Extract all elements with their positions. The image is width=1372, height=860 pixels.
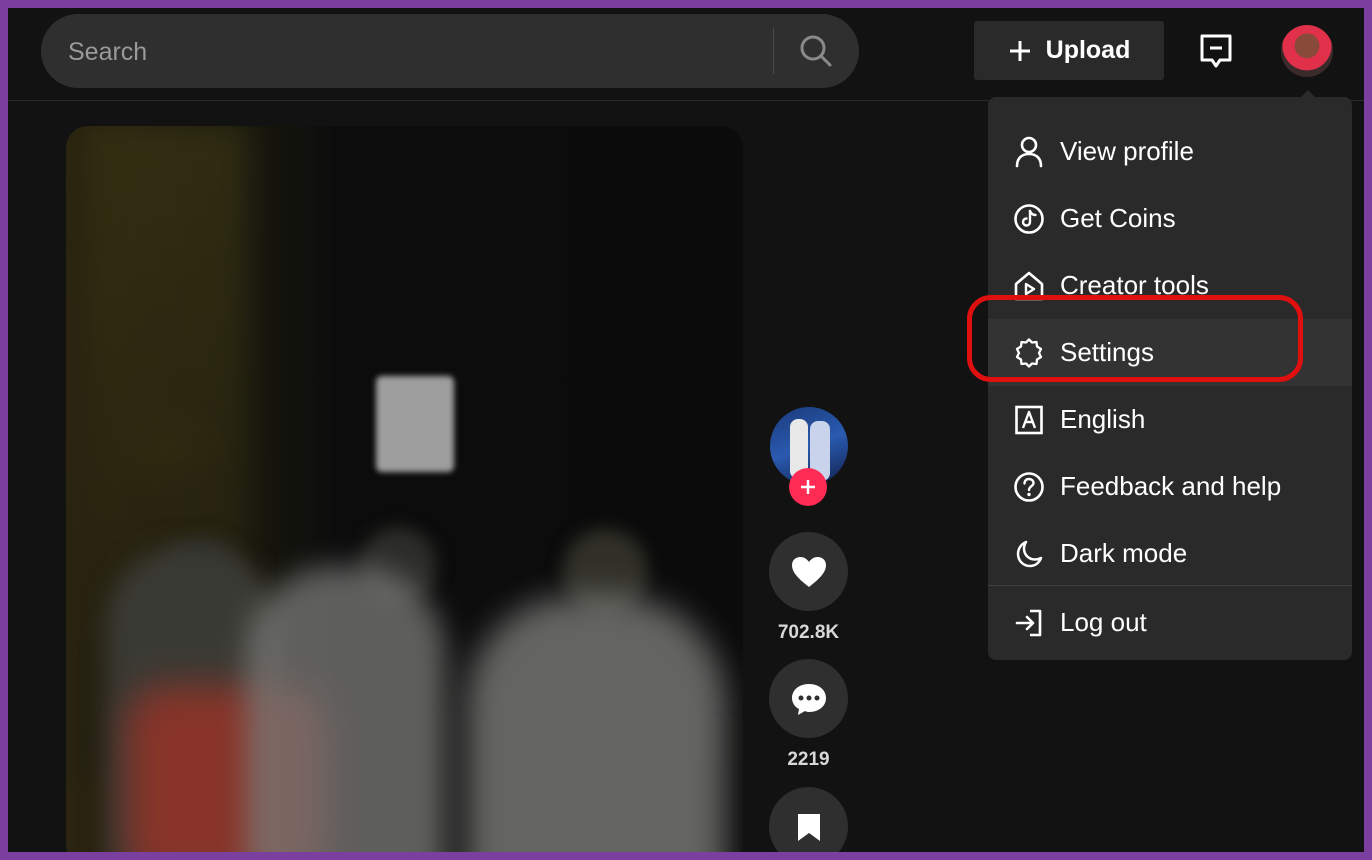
menu-item-label: Get Coins [1060, 203, 1176, 233]
menu-divider [988, 585, 1352, 586]
menu-item-language[interactable]: English [988, 386, 1352, 453]
search-button[interactable] [791, 26, 841, 76]
menu-item-label: Log out [1060, 607, 1147, 637]
bookmark-icon [797, 813, 820, 841]
menu-item-view-profile[interactable]: View profile [988, 118, 1352, 185]
tiktok-coin-icon [1012, 202, 1046, 236]
menu-item-label: English [1060, 404, 1146, 434]
upload-button[interactable]: Upload [974, 21, 1164, 80]
plus-icon [801, 480, 815, 494]
menu-item-get-coins[interactable]: Get Coins [988, 185, 1352, 252]
video-content [466, 596, 726, 852]
inbox-button[interactable] [1196, 32, 1236, 72]
search-bar[interactable]: Search [41, 14, 859, 88]
settings-highlight-annotation [967, 295, 1303, 382]
search-input[interactable]: Search [68, 38, 147, 67]
comment-count: 2219 [787, 749, 830, 770]
video-content [376, 376, 454, 472]
video-player[interactable] [66, 126, 743, 852]
inbox-icon [1200, 34, 1232, 68]
menu-item-feedback-help[interactable]: Feedback and help [988, 453, 1352, 520]
menu-item-log-out[interactable]: Log out [988, 589, 1352, 656]
bookmark-button[interactable] [769, 787, 848, 852]
language-icon [1012, 403, 1046, 437]
like-count: 702.8K [777, 622, 840, 643]
person-icon [1012, 135, 1046, 169]
video-content [246, 566, 446, 852]
app-window: Search Upload 702.8K 2219 View profile G… [8, 8, 1364, 852]
upload-label: Upload [1045, 36, 1131, 64]
top-header: Search Upload [8, 8, 1364, 101]
logout-icon [1012, 606, 1046, 640]
comment-button[interactable] [769, 659, 848, 738]
moon-icon [1012, 537, 1046, 571]
like-button[interactable] [769, 532, 848, 611]
menu-item-dark-mode[interactable]: Dark mode [988, 520, 1352, 587]
search-icon [800, 35, 832, 67]
plus-icon [1009, 40, 1030, 61]
follow-button[interactable] [789, 468, 827, 506]
user-avatar[interactable] [1281, 25, 1333, 77]
menu-item-label: Feedback and help [1060, 471, 1282, 501]
menu-item-label: Dark mode [1060, 538, 1188, 568]
help-icon [1012, 470, 1046, 504]
search-divider [773, 28, 774, 74]
heart-icon [791, 556, 826, 587]
comment-icon [791, 683, 826, 715]
menu-item-label: View profile [1060, 136, 1194, 166]
